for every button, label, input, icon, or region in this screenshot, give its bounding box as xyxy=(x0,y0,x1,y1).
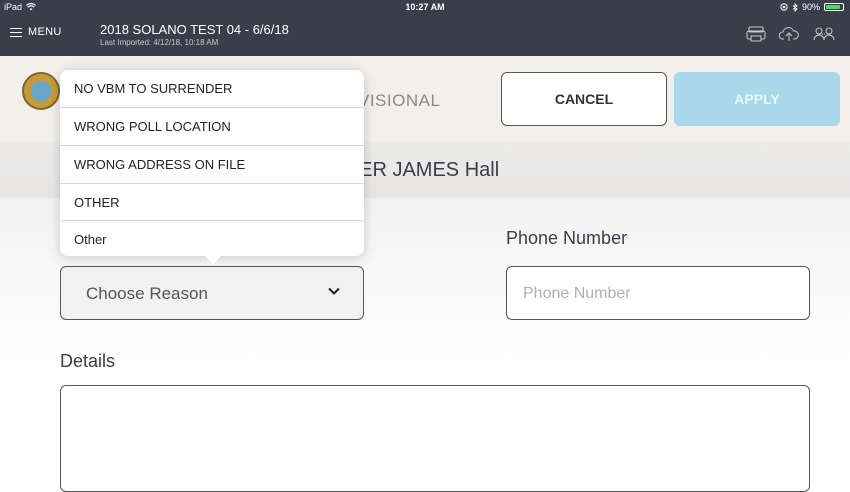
status-bar: iPad 10:27 AM 90% xyxy=(0,0,850,14)
cloud-upload-icon[interactable] xyxy=(778,26,800,47)
chevron-down-icon xyxy=(328,287,340,295)
top-nav-bar: iPad 10:27 AM 90% MENU 2018 SOLANO TEST … xyxy=(0,0,850,56)
reason-option[interactable]: WRONG ADDRESS ON FILE xyxy=(60,146,364,183)
election-info: 2018 SOLANO TEST 04 - 6/6/18 Last Import… xyxy=(100,22,289,47)
menu-button[interactable]: MENU xyxy=(10,26,62,38)
cancel-button[interactable]: CANCEL xyxy=(501,72,667,126)
election-title: 2018 SOLANO TEST 04 - 6/6/18 xyxy=(100,22,289,37)
reason-option[interactable]: NO VBM TO SURRENDER xyxy=(60,70,364,107)
phone-number-placeholder: Phone Number xyxy=(523,285,631,302)
nav-actions xyxy=(746,26,836,47)
details-label: Details xyxy=(60,351,116,371)
reason-select-value: Choose Reason xyxy=(86,284,208,303)
details-textarea[interactable] xyxy=(60,385,810,492)
county-seal-logo xyxy=(22,72,60,110)
last-imported: Last Imported: 4/12/18, 10:18 AM xyxy=(100,38,219,47)
menu-label: MENU xyxy=(28,26,62,38)
phone-number-input[interactable]: Phone Number xyxy=(506,266,810,320)
voter-name: LER JAMES Hall xyxy=(348,159,500,181)
reason-option[interactable]: OTHER xyxy=(60,184,364,221)
location-icon xyxy=(780,3,788,11)
printer-icon[interactable] xyxy=(746,26,766,47)
page-title: VISIONAL xyxy=(358,91,441,110)
battery-level-fill xyxy=(826,5,841,9)
reason-option[interactable]: WRONG POLL LOCATION xyxy=(60,108,364,145)
apply-button[interactable]: APPLY xyxy=(674,72,840,126)
reason-option[interactable]: Other xyxy=(60,221,364,258)
phone-number-label: Phone Number xyxy=(506,228,628,248)
users-icon[interactable] xyxy=(812,26,836,47)
battery-percent: 90% xyxy=(801,2,820,12)
reason-dropdown-popover: NO VBM TO SURRENDER WRONG POLL LOCATION … xyxy=(60,70,364,256)
hamburger-icon xyxy=(10,27,22,37)
reason-select[interactable]: Choose Reason xyxy=(60,266,364,320)
bluetooth-icon xyxy=(792,2,798,12)
status-time: 10:27 AM xyxy=(405,2,445,12)
battery-icon xyxy=(824,3,844,11)
popover-arrow xyxy=(203,254,223,264)
